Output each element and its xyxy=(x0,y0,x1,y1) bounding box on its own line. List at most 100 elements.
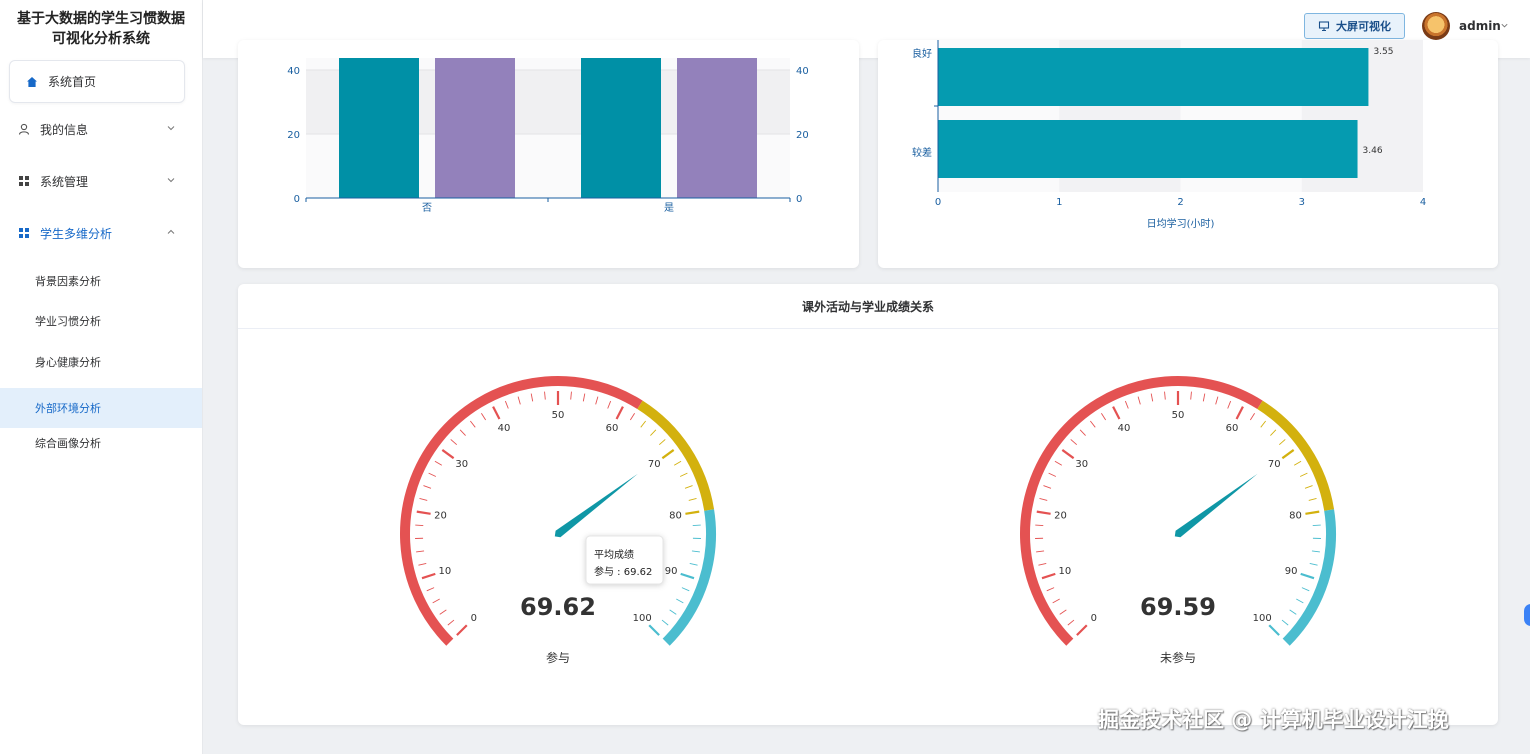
gauge-band xyxy=(1257,400,1335,511)
y-category-label: 良好 xyxy=(912,47,932,60)
gauge-pointer xyxy=(1174,473,1258,538)
gauge-tick-label: 60 xyxy=(606,423,619,434)
gauge-tick-label: 40 xyxy=(1118,423,1131,434)
gauge-minor-tick xyxy=(1281,619,1289,626)
gauge-minor-tick xyxy=(1308,498,1317,501)
grid-icon xyxy=(18,175,30,187)
sidebar-item-student-analysis-label: 学生多维分析 xyxy=(40,226,113,241)
gauge-tick-label: 20 xyxy=(434,510,447,521)
sidebar-subitem-background[interactable]: 背景因素分析 xyxy=(0,261,202,301)
gauge-name: 未参与 xyxy=(1160,650,1196,665)
avatar[interactable] xyxy=(1422,12,1450,40)
gauge-name: 参与 xyxy=(546,650,570,665)
gauge-minor-tick xyxy=(1035,524,1044,526)
gauge-minor-tick xyxy=(517,396,521,405)
gauge-major-tick xyxy=(1041,572,1056,580)
y-category-label: 较差 xyxy=(912,146,932,159)
sidebar-item-my-info[interactable]: 我的信息 xyxy=(0,109,202,149)
tooltip-title: 平均成绩 xyxy=(594,548,634,561)
gauge-major-tick xyxy=(685,510,700,515)
gauge-major-tick xyxy=(421,572,436,580)
gauge-minor-tick xyxy=(530,393,534,402)
x-tick-label: 否 xyxy=(422,202,432,214)
sidebar-subitem-label: 身心健康分析 xyxy=(35,356,101,369)
hbar-chart-card: 3.55 良好 3.46 较差 0 1 2 3 4 日均学习(小时) xyxy=(878,40,1498,268)
gauge-major-tick xyxy=(1281,449,1295,460)
gauge-minor-tick xyxy=(1048,472,1057,477)
sidebar-item-home[interactable]: 系统首页 xyxy=(9,60,185,103)
chevron-down-icon[interactable] xyxy=(1500,21,1509,30)
gauge-tick-label: 70 xyxy=(648,459,661,470)
gauge-minor-tick xyxy=(416,550,425,553)
bigscreen-button-label: 大屏可视化 xyxy=(1336,20,1391,33)
gauge-tick-label: 90 xyxy=(1285,566,1298,577)
y-tick-label-left: 0 xyxy=(294,194,300,205)
hbar[interactable] xyxy=(938,48,1369,106)
hbar-value-label: 3.46 xyxy=(1363,146,1383,156)
gauge-minor-tick xyxy=(1046,587,1055,592)
gauge-card-title: 课外活动与学业成绩关系 xyxy=(238,284,1498,329)
gauge-minor-tick xyxy=(1079,429,1086,436)
gauge-minor-tick xyxy=(1304,485,1313,489)
gauge-minor-tick xyxy=(1137,396,1141,405)
username[interactable]: admin xyxy=(1459,19,1501,33)
sidebar-subitem-health[interactable]: 身心健康分析 xyxy=(0,342,202,382)
gauge-tick-label: 10 xyxy=(1058,566,1071,577)
gauge-minor-tick xyxy=(450,439,458,446)
gauge-minor-tick xyxy=(1164,391,1166,400)
gauge-tick-label: 20 xyxy=(1054,510,1067,521)
sidebar-item-system-management[interactable]: 系统管理 xyxy=(0,161,202,201)
gauge-minor-tick xyxy=(1202,393,1206,402)
gauge-major-tick xyxy=(456,624,468,636)
gauge-minor-tick xyxy=(1038,563,1047,566)
gauge-minor-tick xyxy=(423,485,432,489)
bar-series-2[interactable] xyxy=(435,58,515,198)
gauge-minor-tick xyxy=(419,498,428,501)
gauge-minor-tick xyxy=(418,563,427,566)
gauge-tick-label: 80 xyxy=(1289,510,1302,521)
chevron-up-icon xyxy=(167,229,175,234)
gauge-minor-tick xyxy=(459,429,466,436)
side-scroll-handle[interactable] xyxy=(1524,604,1530,626)
bar-series-1[interactable] xyxy=(339,58,419,198)
horizontal-bar-chart: 3.55 良好 3.46 较差 0 1 2 3 4 日均学习(小时) xyxy=(912,40,1426,230)
x-tick-label: 3 xyxy=(1299,197,1305,208)
gauge-minor-tick xyxy=(684,485,693,489)
monitor-icon xyxy=(1318,20,1330,32)
gauge-tick-label: 30 xyxy=(1075,459,1088,470)
gauge-minor-tick xyxy=(1100,413,1107,421)
sidebar-item-student-analysis[interactable]: 学生多维分析 xyxy=(0,213,202,253)
bar-series-1[interactable] xyxy=(581,58,661,198)
sidebar-subitem-environment[interactable]: 外部环境分析 xyxy=(0,388,202,428)
user-icon xyxy=(18,123,30,135)
gauge-major-tick xyxy=(1305,510,1320,515)
gauge-minor-tick xyxy=(1070,439,1078,446)
bigscreen-button[interactable]: 大屏可视化 xyxy=(1304,13,1405,39)
x-tick-label: 2 xyxy=(1177,197,1183,208)
gauge-minor-tick xyxy=(1311,550,1320,553)
gauge-tick-label: 100 xyxy=(633,613,652,624)
gauge-minor-tick xyxy=(428,472,437,477)
gauge-minor-tick xyxy=(688,498,697,501)
gauge-minor-tick xyxy=(480,413,487,421)
gauge-minor-tick xyxy=(595,396,599,405)
hbar[interactable] xyxy=(938,120,1358,178)
sidebar-subitem-study-habits[interactable]: 学业习惯分析 xyxy=(0,301,202,341)
gauge-tick-label: 80 xyxy=(669,510,682,521)
gauge-minor-tick xyxy=(1124,400,1129,409)
gauge-major-tick xyxy=(661,449,675,460)
gauge-tick-label: 30 xyxy=(455,459,468,470)
hbar-value-label: 3.55 xyxy=(1373,47,1393,57)
sidebar-item-system-management-label: 系统管理 xyxy=(40,174,89,189)
chevron-down-icon xyxy=(167,126,175,131)
bar-series-2[interactable] xyxy=(677,58,757,198)
app-title-line1: 基于大数据的学生习惯数据 xyxy=(17,11,185,27)
gauge-major-tick xyxy=(1268,624,1280,636)
sidebar-subitem-label: 学业习惯分析 xyxy=(35,315,101,328)
gauge-card: 课外活动与学业成绩关系 0 10 20 30 40 50 60 70 80 90 100 69.62 参… xyxy=(238,284,1498,725)
gauge-minor-tick xyxy=(1036,550,1045,553)
sidebar: 基于大数据的学生习惯数据 可视化分析系统 系统首页 我的信息 系统管理 学生多维… xyxy=(0,0,203,754)
sidebar-subitem-portrait[interactable]: 综合画像分析 xyxy=(0,423,202,463)
x-tick-label: 0 xyxy=(935,197,941,208)
gauge-minor-tick xyxy=(469,420,476,428)
